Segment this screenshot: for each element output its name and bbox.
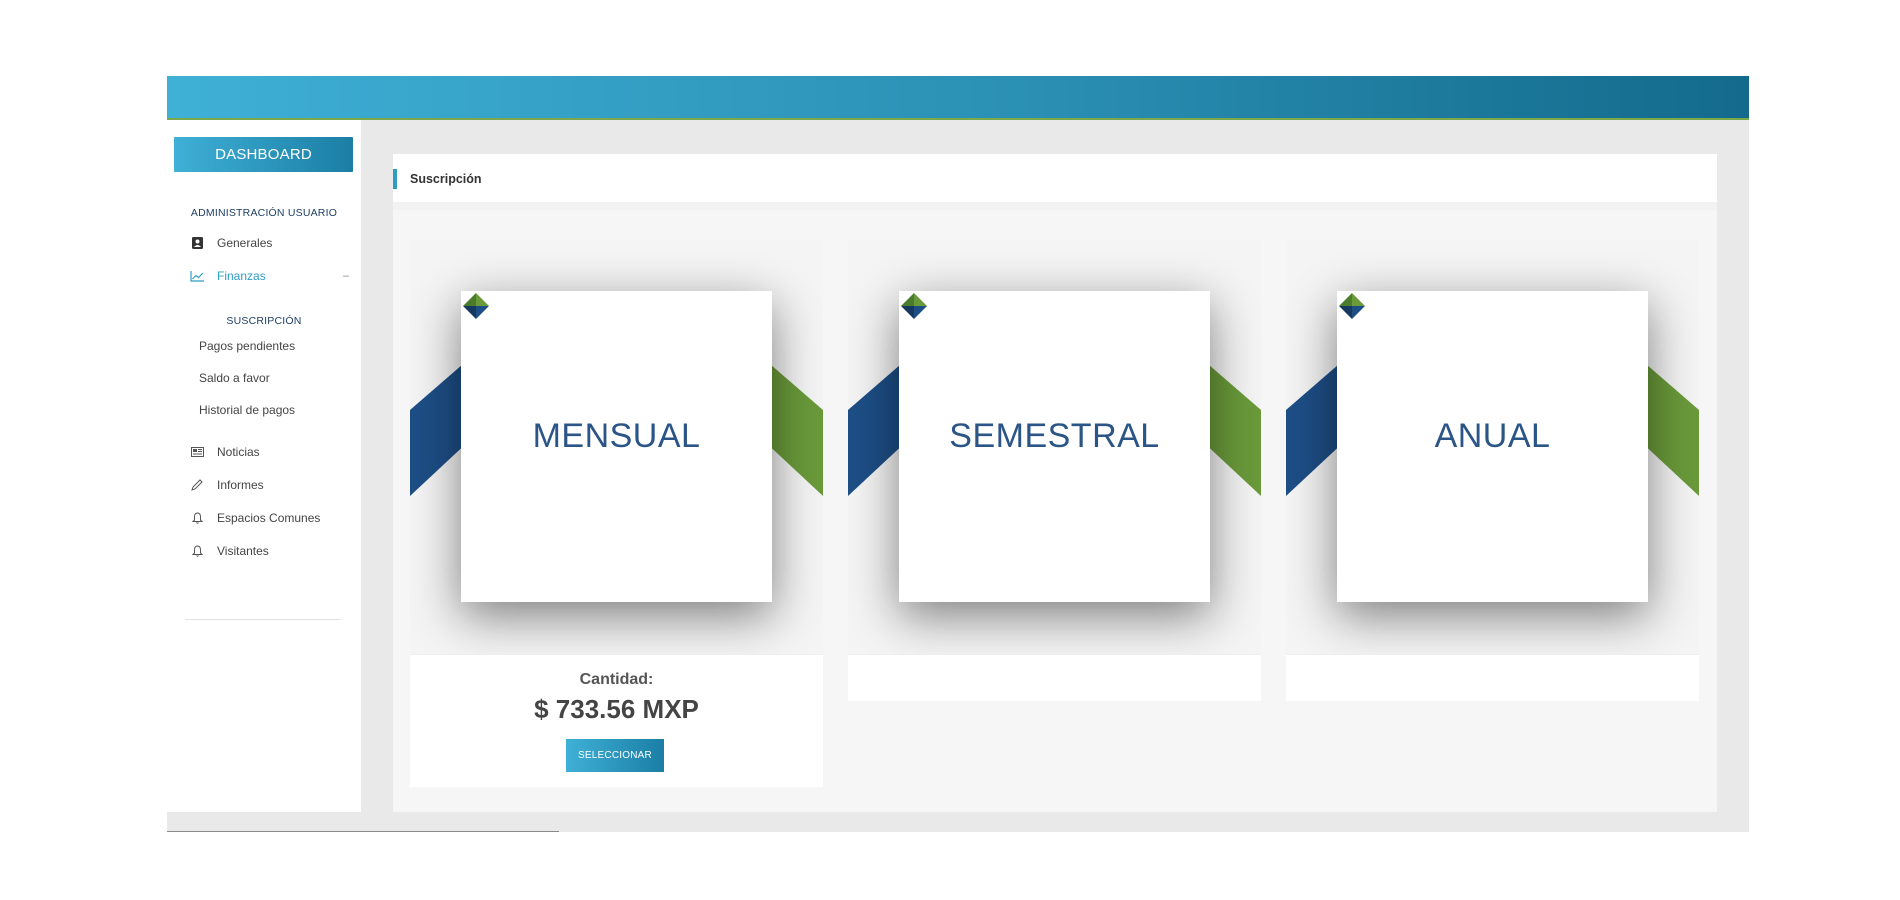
plan-card-anual: ANUAL (1286, 240, 1699, 701)
panel-header: Suscripción (393, 154, 1717, 210)
plan-name: MENSUAL (532, 417, 701, 455)
sidebar-item-espacios-comunes[interactable]: Espacios Comunes (189, 507, 349, 529)
diamond-logo-icon (901, 293, 927, 319)
plan-name: ANUAL (1434, 417, 1551, 455)
sidebar-item-noticias[interactable]: Noticias (189, 441, 349, 463)
plan-image[interactable]: SEMESTRAL (848, 240, 1261, 654)
sidebar-item-informes[interactable]: Informes (189, 474, 349, 496)
plan-card-mensual: MENSUAL Cantidad: $ 733.56 MXP SELECCION… (410, 240, 823, 787)
sidebar-subitem-pagos-pendientes[interactable]: Pagos pendientes (199, 339, 295, 353)
diamond-logo-icon (463, 293, 489, 319)
sidebar-item-visitantes[interactable]: Visitantes (189, 540, 349, 562)
plan-box: MENSUAL (461, 291, 772, 602)
subscription-section-title: SUSCRIPCIÓN (226, 315, 302, 327)
header-accent (393, 169, 397, 189)
sidebar-item-generales[interactable]: Generales (189, 232, 349, 254)
plan-name: SEMESTRAL (949, 417, 1160, 455)
plan-footer (848, 654, 1261, 701)
plan-card-semestral: SEMESTRAL (848, 240, 1261, 701)
sidebar-divider (185, 619, 341, 620)
plan-footer (1286, 654, 1699, 701)
quantity-label: Cantidad: (579, 671, 654, 688)
diamond-logo-icon (1339, 293, 1365, 319)
admin-section-title: ADMINISTRACIÓN USUARIO (190, 207, 338, 219)
select-button[interactable]: SELECCIONAR (566, 739, 664, 772)
bell-icon (189, 510, 205, 526)
newspaper-icon (189, 444, 205, 460)
sidebar-subitem-historial-de-pagos[interactable]: Historial de pagos (199, 403, 295, 417)
price-value: $ 733.56 MXP (534, 694, 699, 724)
user-card-icon (189, 235, 205, 251)
sidebar-item-label: Finanzas (217, 269, 266, 283)
sidebar-item-label: Espacios Comunes (217, 511, 321, 525)
dashboard-button[interactable]: DASHBOARD (174, 137, 353, 172)
main-content: Suscripción MENSUAL Cantidad: $ 733.56 M… (393, 154, 1717, 812)
pencil-icon (189, 477, 205, 493)
top-bar (167, 76, 1749, 120)
sidebar: DASHBOARD ADMINISTRACIÓN USUARIO General… (167, 120, 361, 812)
sidebar-item-label: Informes (217, 478, 264, 492)
collapse-marker[interactable]: – (343, 270, 349, 282)
sidebar-subitem-saldo-a-favor[interactable]: Saldo a favor (199, 371, 270, 385)
sidebar-item-label: Noticias (217, 445, 260, 459)
plan-image[interactable]: MENSUAL (410, 240, 823, 654)
sidebar-item-label: Generales (217, 236, 273, 250)
line-chart-icon (189, 268, 205, 284)
horizontal-scrollbar[interactable] (167, 812, 1749, 832)
page-title: Suscripción (410, 172, 482, 186)
sidebar-item-label: Visitantes (217, 544, 269, 558)
bell-icon (189, 543, 205, 559)
plan-image[interactable]: ANUAL (1286, 240, 1699, 654)
app-window: DASHBOARD ADMINISTRACIÓN USUARIO General… (167, 76, 1749, 832)
plan-footer: Cantidad: $ 733.56 MXP SELECCIONAR (410, 654, 823, 787)
sidebar-item-finanzas[interactable]: Finanzas – (189, 265, 349, 287)
plan-box: ANUAL (1337, 291, 1648, 602)
plan-box: SEMESTRAL (899, 291, 1210, 602)
scrollbar-thumb[interactable] (167, 831, 559, 832)
